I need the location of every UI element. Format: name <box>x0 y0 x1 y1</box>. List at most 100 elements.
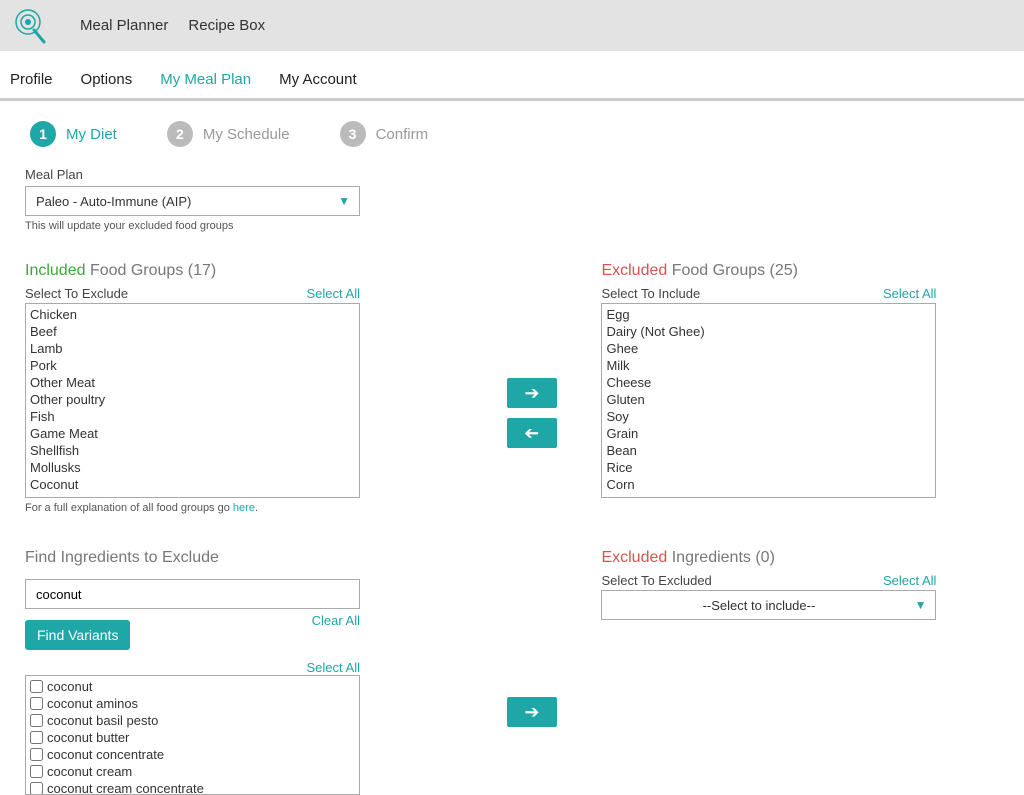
wizard-step-confirm[interactable]: 3 Confirm <box>340 121 429 147</box>
variant-checkbox[interactable] <box>30 680 43 693</box>
nav-meal-planner[interactable]: Meal Planner <box>80 17 168 34</box>
included-listbox[interactable]: ChickenBeefLambPorkOther MeatOther poult… <box>25 303 360 498</box>
app-logo-icon <box>10 6 50 46</box>
variant-checkbox[interactable] <box>30 731 43 744</box>
variant-checkbox[interactable] <box>30 697 43 710</box>
variant-item[interactable]: coconut cream concentrate <box>30 780 355 795</box>
list-item[interactable]: Mollusks <box>30 459 355 476</box>
excluded-ing-select-box[interactable]: --Select to include-- <box>601 590 936 620</box>
variants-listbox[interactable]: coconut coconut aminos coconut basil pesto… <box>25 675 360 795</box>
explain-dot: . <box>255 502 258 514</box>
variant-item[interactable]: coconut aminos <box>30 695 355 712</box>
variant-item[interactable]: coconut <box>30 678 355 695</box>
list-item[interactable]: Milk <box>606 357 931 374</box>
find-ingredients-input[interactable] <box>25 579 360 609</box>
top-bar: Meal Planner Recipe Box <box>0 0 1024 51</box>
arrow-right-icon: ➔ <box>524 383 539 404</box>
list-item[interactable]: Egg <box>606 306 931 323</box>
list-item[interactable]: Beef <box>30 323 355 340</box>
excluded-listbox[interactable]: EggDairy (Not Ghee)GheeMilkCheeseGlutenS… <box>601 303 936 498</box>
meal-plan-label: Meal Plan <box>25 167 999 182</box>
tab-profile[interactable]: Profile <box>10 71 53 88</box>
wizard-steps: 1 My Diet 2 My Schedule 3 Confirm <box>0 101 1024 167</box>
included-select-all[interactable]: Select All <box>307 286 360 301</box>
variant-item[interactable]: coconut cream <box>30 763 355 780</box>
meal-plan-select[interactable]: Paleo - Auto-Immune (AIP) ▼ <box>25 186 360 216</box>
meal-plan-select-box[interactable]: Paleo - Auto-Immune (AIP) <box>25 186 360 216</box>
included-list-header: Select To Exclude <box>25 286 128 301</box>
tab-options[interactable]: Options <box>81 71 133 88</box>
variant-label: coconut cream concentrate <box>47 781 204 795</box>
variants-select-all[interactable]: Select All <box>307 660 360 675</box>
wizard-step-diet[interactable]: 1 My Diet <box>30 121 117 147</box>
list-item[interactable]: Grain <box>606 425 931 442</box>
sub-nav: Profile Options My Meal Plan My Account <box>0 51 1024 101</box>
included-title-green: Included <box>25 262 86 279</box>
variant-checkbox[interactable] <box>30 748 43 761</box>
list-item[interactable]: Fish <box>30 408 355 425</box>
step-number-1: 1 <box>30 121 56 147</box>
variant-label: coconut cream <box>47 764 132 779</box>
variant-label: coconut <box>47 679 93 694</box>
add-ingredient-button[interactable]: ➔ <box>507 697 557 727</box>
excluded-ing-title-red: Excluded <box>601 549 667 566</box>
excluded-ing-title-rest: Ingredients (0) <box>667 549 775 566</box>
excluded-title: Excluded Food Groups (25) <box>601 262 999 280</box>
nav-recipe-box[interactable]: Recipe Box <box>188 17 265 34</box>
variant-label: coconut butter <box>47 730 129 745</box>
variant-label: coconut aminos <box>47 696 138 711</box>
clear-all-link[interactable]: Clear All <box>312 613 360 628</box>
list-item[interactable]: Lamb <box>30 340 355 357</box>
variant-checkbox[interactable] <box>30 714 43 727</box>
excluded-ing-select[interactable]: --Select to include-- ▼ <box>601 590 936 620</box>
ingredients-section: Find Ingredients to Exclude Clear All Fi… <box>25 549 999 795</box>
list-item[interactable]: Ghee <box>606 340 931 357</box>
explain-prefix: For a full explanation of all food group… <box>25 502 233 514</box>
variant-item[interactable]: coconut basil pesto <box>30 712 355 729</box>
list-item[interactable]: Other Meat <box>30 374 355 391</box>
arrow-left-icon: ➔ <box>524 423 539 444</box>
excluded-list-header: Select To Include <box>601 286 700 301</box>
find-variants-button[interactable]: Find Variants <box>25 620 130 650</box>
tab-my-meal-plan[interactable]: My Meal Plan <box>160 71 251 88</box>
included-title-rest: Food Groups (17) <box>86 262 217 279</box>
list-item[interactable]: Corn <box>606 476 931 493</box>
variant-checkbox[interactable] <box>30 765 43 778</box>
list-item[interactable]: Bean <box>606 442 931 459</box>
step-label-diet: My Diet <box>66 126 117 143</box>
excluded-title-red: Excluded <box>601 262 667 279</box>
move-right-button[interactable]: ➔ <box>507 378 557 408</box>
variant-item[interactable]: coconut concentrate <box>30 746 355 763</box>
food-groups-section: Included Food Groups (17) Select To Excl… <box>25 262 999 514</box>
list-item[interactable]: Other poultry <box>30 391 355 408</box>
tab-my-account[interactable]: My Account <box>279 71 357 88</box>
variant-label: coconut basil pesto <box>47 713 158 728</box>
included-title: Included Food Groups (17) <box>25 262 462 280</box>
excluded-title-rest: Food Groups (25) <box>667 262 798 279</box>
explain-link[interactable]: here <box>233 502 255 514</box>
meal-plan-help: This will update your excluded food grou… <box>25 220 999 232</box>
list-item[interactable]: Chicken <box>30 306 355 323</box>
move-left-button[interactable]: ➔ <box>507 418 557 448</box>
list-item[interactable]: Game Meat <box>30 425 355 442</box>
excluded-select-all[interactable]: Select All <box>883 286 936 301</box>
list-item[interactable]: Rice <box>606 459 931 476</box>
step-number-2: 2 <box>167 121 193 147</box>
list-item[interactable]: Cheese <box>606 374 931 391</box>
step-label-schedule: My Schedule <box>203 126 290 143</box>
variant-label: coconut concentrate <box>47 747 164 762</box>
list-item[interactable]: Gluten <box>606 391 931 408</box>
wizard-step-schedule[interactable]: 2 My Schedule <box>167 121 290 147</box>
excluded-ing-header: Select To Excluded <box>601 573 711 588</box>
step-label-confirm: Confirm <box>376 126 429 143</box>
list-item[interactable]: Pork <box>30 357 355 374</box>
list-item[interactable]: Coconut <box>30 476 355 493</box>
list-item[interactable]: Shellfish <box>30 442 355 459</box>
list-item[interactable]: Dairy (Not Ghee) <box>606 323 931 340</box>
excluded-ing-select-all[interactable]: Select All <box>883 573 936 588</box>
variant-item[interactable]: coconut butter <box>30 729 355 746</box>
step-number-3: 3 <box>340 121 366 147</box>
food-groups-explain: For a full explanation of all food group… <box>25 502 462 514</box>
list-item[interactable]: Soy <box>606 408 931 425</box>
variant-checkbox[interactable] <box>30 782 43 795</box>
